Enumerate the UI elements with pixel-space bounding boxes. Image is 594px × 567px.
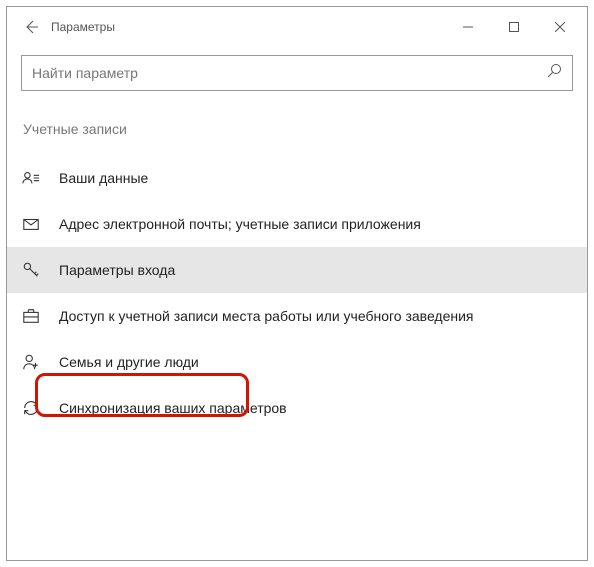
sync-icon [21, 398, 41, 418]
back-button[interactable] [11, 7, 51, 47]
minimize-icon [463, 22, 473, 32]
close-button[interactable] [537, 7, 583, 47]
search-input[interactable] [32, 65, 546, 81]
settings-window: Параметры Учетные записи [6, 6, 588, 561]
briefcase-icon [21, 306, 41, 326]
nav-item-email-accounts[interactable]: Адрес электронной почты; учетные записи … [7, 201, 587, 247]
nav-item-label: Ваши данные [59, 170, 148, 186]
nav-item-label: Адрес электронной почты; учетные записи … [59, 216, 421, 232]
mail-icon [21, 214, 41, 234]
nav-item-label: Семья и другие люди [59, 354, 199, 370]
back-arrow-icon [23, 19, 39, 35]
nav-item-label: Доступ к учетной записи места работы или… [59, 308, 474, 324]
nav-list: Ваши данные Адрес электронной почты; уче… [7, 155, 587, 431]
nav-item-family[interactable]: Семья и другие люди [7, 339, 587, 385]
close-icon [555, 22, 565, 32]
titlebar: Параметры [7, 7, 587, 47]
search-box[interactable] [21, 55, 573, 91]
content-area: Учетные записи Ваши данные [7, 47, 587, 439]
section-header: Учетные записи [21, 115, 573, 155]
person-add-icon [21, 352, 41, 372]
minimize-button[interactable] [445, 7, 491, 47]
search-icon [546, 63, 562, 84]
nav-item-label: Синхронизация ваших параметров [59, 400, 287, 416]
nav-item-sync[interactable]: Синхронизация ваших параметров [7, 385, 587, 431]
nav-item-your-info[interactable]: Ваши данные [7, 155, 587, 201]
person-card-icon [21, 168, 41, 188]
key-icon [21, 260, 41, 280]
nav-item-work-access[interactable]: Доступ к учетной записи места работы или… [7, 293, 587, 339]
maximize-button[interactable] [491, 7, 537, 47]
nav-item-label: Параметры входа [59, 262, 175, 278]
maximize-icon [509, 22, 519, 32]
window-title: Параметры [51, 20, 115, 34]
nav-item-signin-options[interactable]: Параметры входа [7, 247, 587, 293]
window-controls [445, 7, 583, 47]
